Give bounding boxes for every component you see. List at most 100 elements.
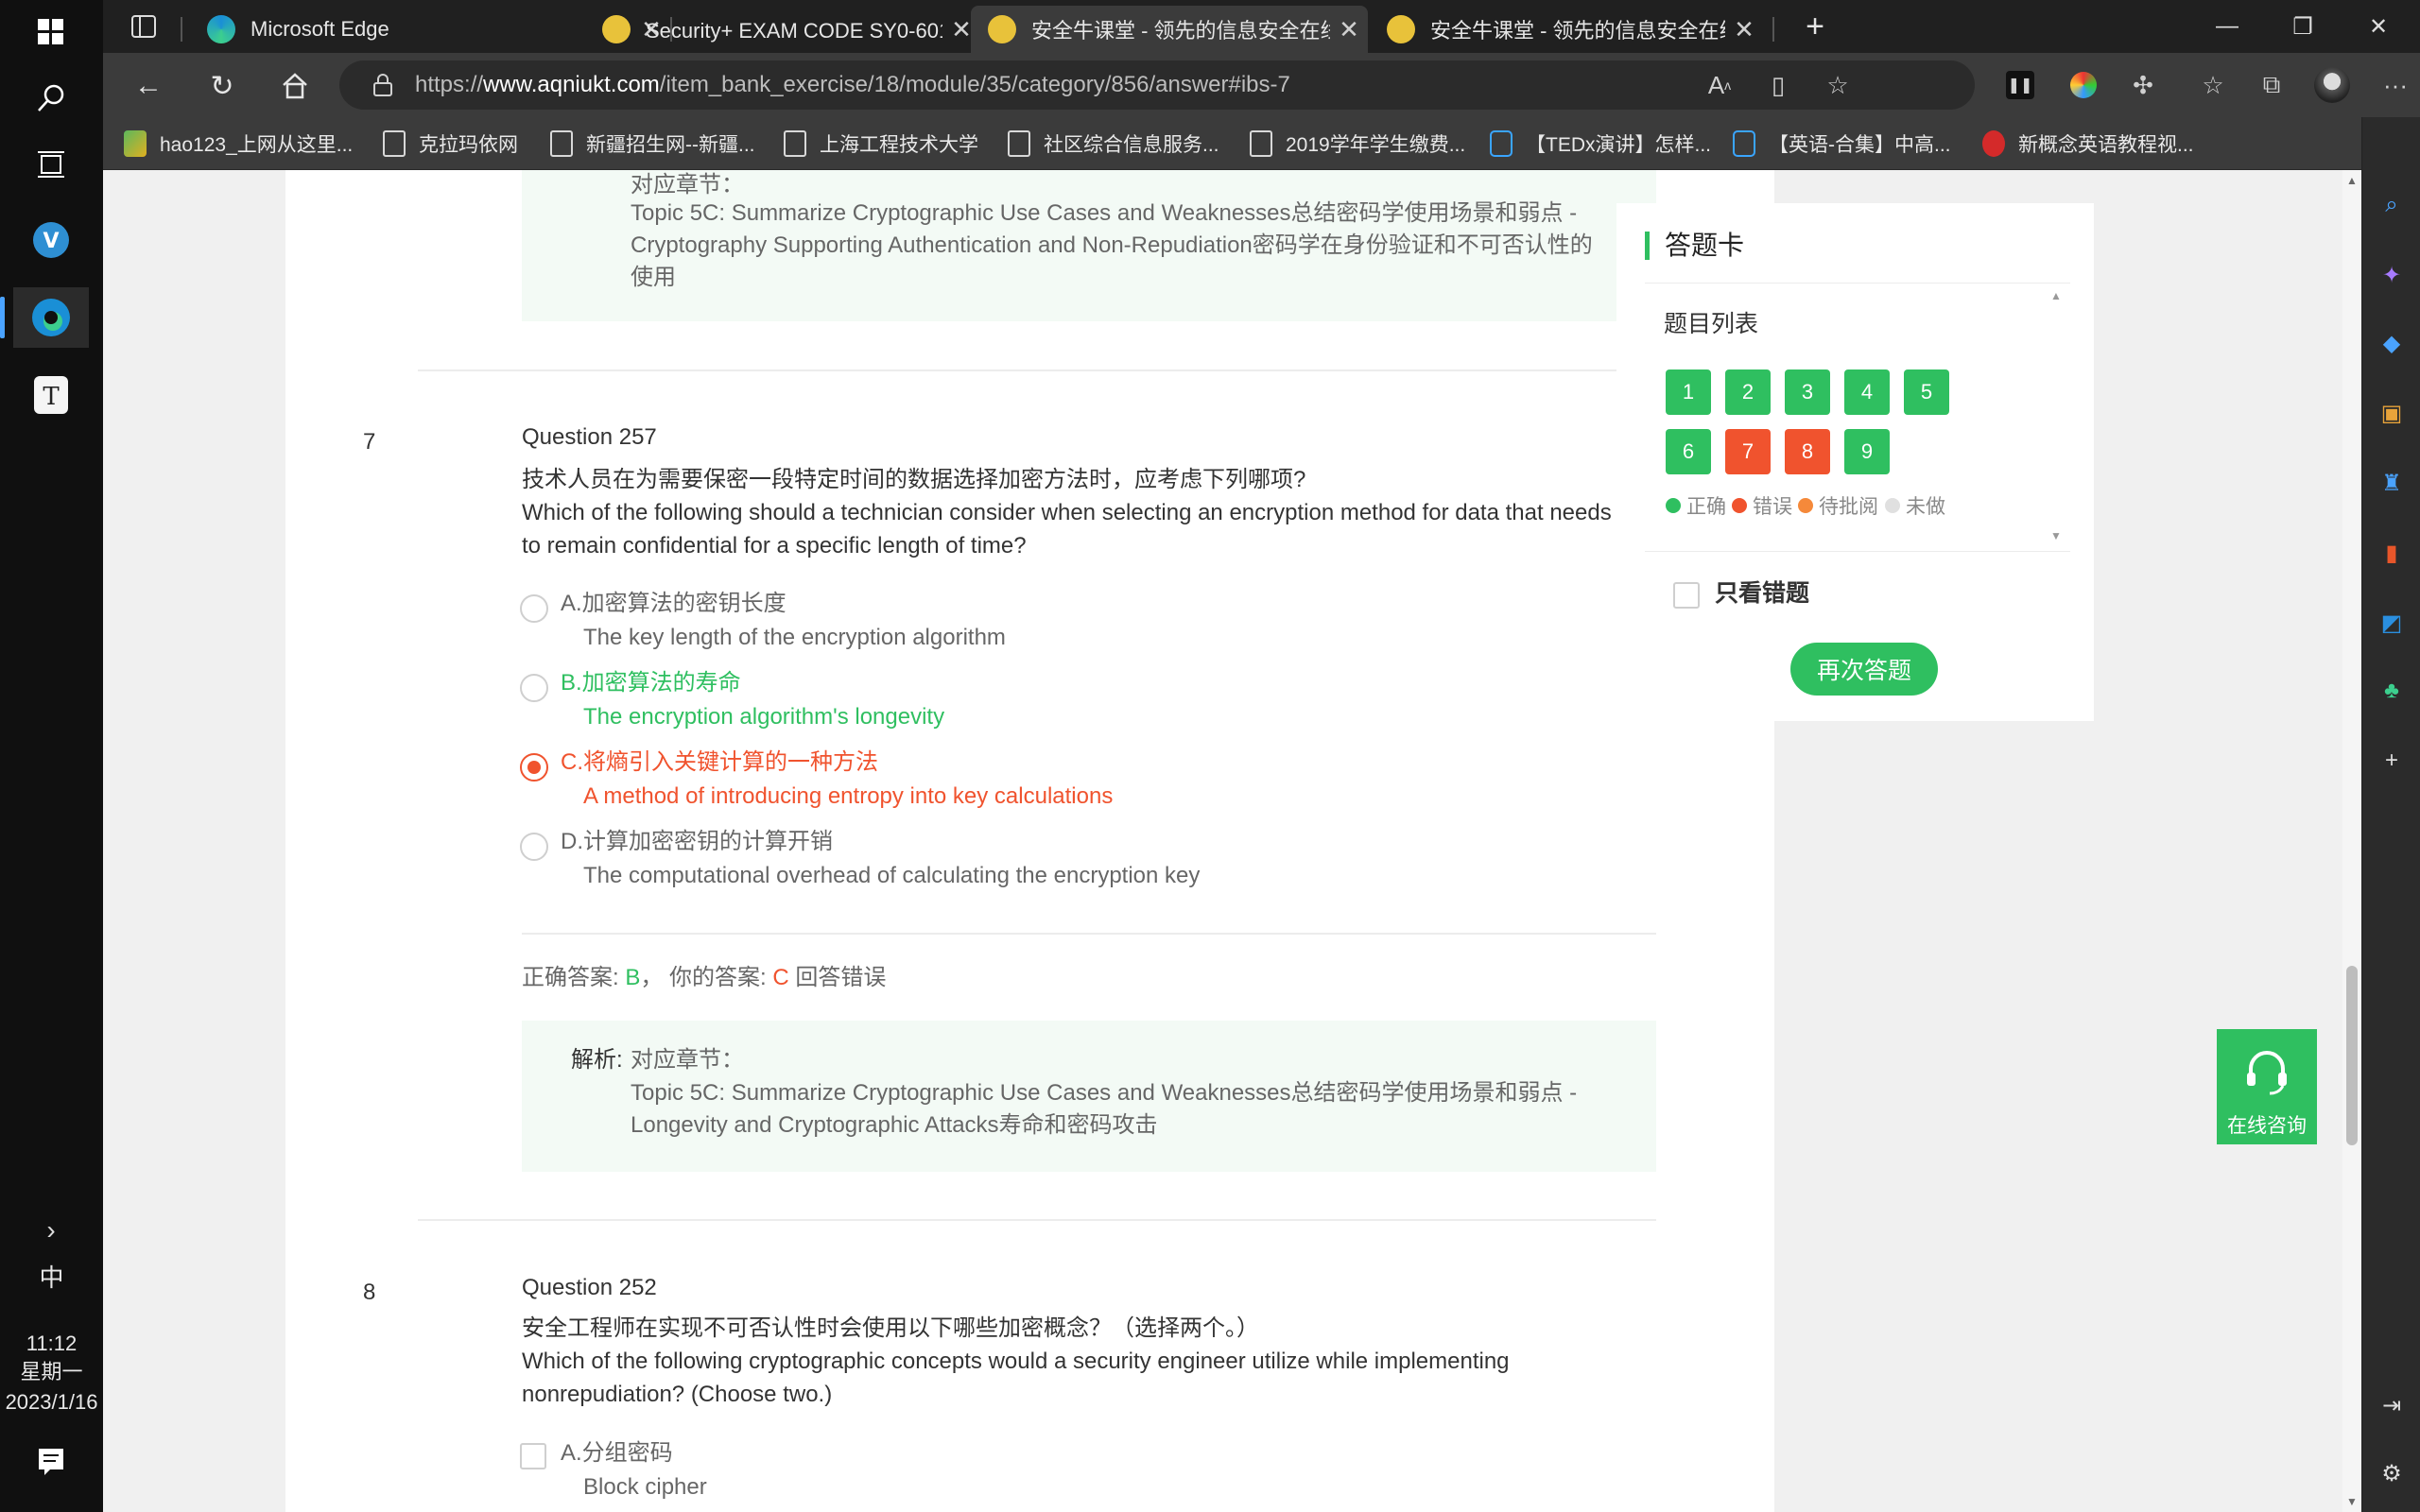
- clock-date: 2023/1/16: [5, 1390, 98, 1414]
- tree-icon[interactable]: ♣: [2376, 675, 2408, 707]
- windows-logo-icon: [38, 19, 63, 44]
- outlook-icon[interactable]: ◩: [2376, 607, 2408, 639]
- search-icon: [38, 84, 64, 112]
- task-view-button[interactable]: [13, 134, 89, 195]
- page-icon: [550, 130, 573, 157]
- lock-icon[interactable]: [364, 66, 402, 104]
- search-icon[interactable]: ⌕: [2376, 189, 2408, 221]
- option-radio[interactable]: [520, 674, 548, 702]
- only-wrong-label: 只看错题: [1715, 580, 1810, 607]
- scroll-down-icon[interactable]: ▼: [2346, 1495, 2358, 1508]
- favorites-icon[interactable]: ☆: [2194, 66, 2232, 104]
- retry-button[interactable]: 再次答题: [1790, 643, 1938, 696]
- edge-favicon-icon: [207, 15, 235, 43]
- browser-toolbar: ← ↻ https://www.aqniukt.com/item_bank_ex…: [103, 53, 2420, 117]
- correct-answer-label: 正确答案:: [522, 965, 619, 990]
- close-icon: ✕: [2368, 13, 2389, 40]
- show-hidden-icons-button[interactable]: ›: [13, 1200, 89, 1261]
- tab-aqniu-2[interactable]: 安全牛课堂 - 领先的信息安全在线 ✕: [1370, 6, 1763, 53]
- bookmark-item[interactable]: 社区综合信息服务...: [1008, 129, 1219, 159]
- option-radio[interactable]: [520, 594, 548, 623]
- legend-correct: 正确: [1666, 491, 1726, 520]
- minimize-button[interactable]: —: [2189, 0, 2265, 53]
- page-icon: [784, 130, 806, 157]
- typora-app-button[interactable]: T: [13, 365, 89, 425]
- question-number: 8: [363, 1280, 376, 1305]
- add-sidebar-item-icon[interactable]: +: [2376, 745, 2408, 777]
- add-favorite-icon[interactable]: ☆: [1819, 66, 1857, 104]
- bookmark-item[interactable]: 【英语-合集】中高...: [1733, 129, 1951, 159]
- online-consult-button[interactable]: 在线咨询: [2217, 1029, 2317, 1144]
- list-scrollbar[interactable]: ▲ ▼: [2047, 284, 2066, 551]
- bookmark-item[interactable]: 【TEDx演讲】怎样...: [1490, 129, 1711, 159]
- option-checkbox[interactable]: [520, 1443, 546, 1469]
- your-answer-value: C: [772, 965, 789, 990]
- question-nav-button[interactable]: 7: [1725, 429, 1771, 474]
- bookmark-item[interactable]: 新概念英语教程视...: [1982, 129, 2194, 159]
- question-nav-button[interactable]: 2: [1725, 369, 1771, 415]
- new-tab-button[interactable]: +: [1791, 3, 1839, 50]
- only-wrong-checkbox[interactable]: [1673, 582, 1700, 609]
- bookmark-item[interactable]: 新疆招生网--新疆...: [550, 129, 755, 159]
- home-button[interactable]: [271, 62, 319, 110]
- legend-wrong: 错误: [1732, 491, 1792, 520]
- question-nav-button[interactable]: 6: [1666, 429, 1711, 474]
- tools-icon[interactable]: ▣: [2376, 397, 2408, 429]
- discover-icon[interactable]: ✦: [2376, 259, 2408, 291]
- question-nav-button[interactable]: 3: [1785, 369, 1830, 415]
- tab-security-exam[interactable]: Security+ EXAM CODE SY0-601相 ✕: [585, 6, 980, 53]
- question-list: 题目列表 1 2 3 4 5 6 7 8 9 正确 错误 待批阅 未做 ▲ ▼: [1645, 283, 2070, 552]
- avatar[interactable]: [2313, 66, 2351, 104]
- extension-pause-icon[interactable]: ❚❚: [2006, 71, 2034, 99]
- restore-button[interactable]: ❐: [2265, 0, 2341, 53]
- close-window-button[interactable]: ✕: [2341, 0, 2416, 53]
- scroll-up-icon[interactable]: ▲: [2050, 289, 2062, 302]
- scroll-down-icon[interactable]: ▼: [2050, 529, 2062, 542]
- answer-card-title: 答题卡: [1645, 232, 1744, 260]
- close-tab-icon[interactable]: ✕: [1330, 15, 1368, 44]
- bookmark-item[interactable]: hao123_上网从这里...: [124, 129, 353, 159]
- question-nav-button[interactable]: 9: [1844, 429, 1890, 474]
- games-icon[interactable]: ♜: [2376, 467, 2408, 499]
- scroll-up-icon[interactable]: ▲: [2346, 174, 2358, 187]
- close-tab-icon[interactable]: ✕: [1725, 15, 1763, 44]
- shopping-tag-icon[interactable]: ◆: [2376, 327, 2408, 359]
- read-aloud-icon[interactable]: Aʌ: [1701, 66, 1738, 104]
- edge-app-button[interactable]: [0, 287, 89, 348]
- ime-indicator[interactable]: 中: [0, 1263, 103, 1293]
- page-content: 对应章节： Topic 5C: Summarize Cryptographic …: [103, 170, 2342, 1512]
- hao123-icon: [124, 130, 147, 157]
- refresh-button[interactable]: ↻: [199, 62, 246, 110]
- question-title: Question 252: [522, 1275, 657, 1300]
- start-button[interactable]: [13, 2, 89, 62]
- vmware-app-button[interactable]: V: [13, 210, 89, 270]
- office-icon[interactable]: ▮: [2376, 537, 2408, 569]
- option-radio-selected[interactable]: [520, 753, 548, 782]
- bookmark-item[interactable]: 克拉玛依网: [383, 129, 518, 159]
- scroll-thumb[interactable]: [2346, 966, 2358, 1145]
- immersive-reader-icon[interactable]: ▯: [1759, 66, 1797, 104]
- back-button[interactable]: ←: [125, 62, 172, 110]
- extension-color-icon[interactable]: [2065, 66, 2102, 104]
- notifications-button[interactable]: [13, 1431, 89, 1491]
- extensions-icon[interactable]: ✣: [2124, 66, 2162, 104]
- question-nav-button[interactable]: 5: [1904, 369, 1949, 415]
- page-scrollbar[interactable]: ▲ ▼: [2342, 170, 2361, 1512]
- search-button[interactable]: [13, 68, 89, 129]
- more-menu-icon[interactable]: ···: [2377, 66, 2414, 104]
- clock-time[interactable]: 11:12: [0, 1329, 103, 1359]
- bookmark-item[interactable]: 上海工程技术大学: [784, 129, 978, 159]
- question-nav-button[interactable]: 4: [1844, 369, 1890, 415]
- tab-actions-button[interactable]: [120, 3, 167, 50]
- question-nav-button[interactable]: 1: [1666, 369, 1711, 415]
- collections-icon[interactable]: ⧉: [2253, 66, 2290, 104]
- correct-dot-icon: [1666, 498, 1681, 513]
- aqniu-favicon-icon: [988, 15, 1016, 43]
- option-radio[interactable]: [520, 833, 548, 861]
- question-nav-button[interactable]: 8: [1785, 429, 1830, 474]
- tab-aqniu-active[interactable]: 安全牛课堂 - 领先的信息安全在线 ✕: [971, 6, 1368, 53]
- hide-sidebar-icon[interactable]: ⇥: [2376, 1389, 2408, 1421]
- notification-icon: [39, 1449, 63, 1475]
- bookmark-item[interactable]: 2019学年学生缴费...: [1250, 129, 1465, 159]
- settings-gear-icon[interactable]: ⚙: [2376, 1457, 2408, 1489]
